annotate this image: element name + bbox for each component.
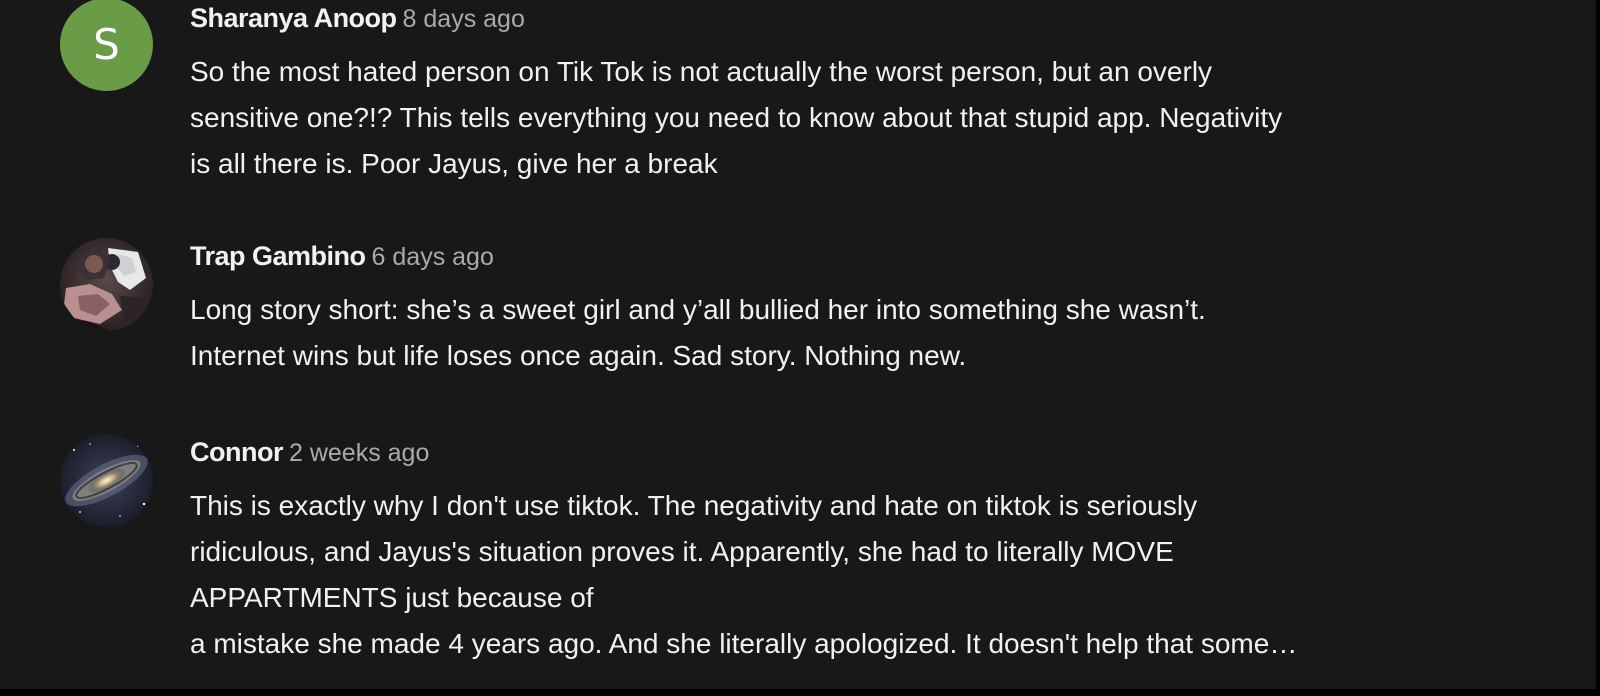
comment-author[interactable]: Sharanya Anoop bbox=[190, 3, 397, 33]
comment-text-line: sensitive one?!? This tells everything y… bbox=[190, 102, 1283, 133]
comments-section: S Sharanya Anoop 8 days ago So the most h… bbox=[0, 0, 1596, 689]
avatar[interactable] bbox=[60, 434, 153, 527]
comment-timestamp[interactable]: 6 days ago bbox=[372, 243, 494, 271]
comment-text: Long story short: she’s a sweet girl and… bbox=[190, 287, 1510, 379]
comment-text: So the most hated person on Tik Tok is n… bbox=[190, 49, 1510, 187]
avatar[interactable]: S bbox=[60, 0, 153, 91]
comment-text-line: APPARTMENTS just because of bbox=[190, 582, 594, 613]
comment-text-line: is all there is. Poor Jayus, give her a … bbox=[190, 148, 718, 179]
comment-author[interactable]: Connor bbox=[190, 437, 283, 467]
comment-text-line: Internet wins but life loses once again.… bbox=[190, 340, 967, 371]
comment-text-line: ridiculous, and Jayus's situation proves… bbox=[190, 536, 1174, 567]
comment-header: Sharanya Anoop 8 days ago bbox=[190, 0, 525, 41]
avatar-letter: S bbox=[93, 19, 120, 69]
comment-text-line: a mistake she made 4 years ago. And she … bbox=[190, 628, 1298, 659]
comment-text: This is exactly why I don't use tiktok. … bbox=[190, 483, 1510, 667]
comment-text-line: This is exactly why I don't use tiktok. … bbox=[190, 490, 1198, 521]
user-photo-avatar-icon bbox=[60, 238, 153, 331]
comment-header: Trap Gambino 6 days ago bbox=[190, 238, 494, 279]
comment-timestamp[interactable]: 2 weeks ago bbox=[289, 439, 429, 467]
comment-text-line: So the most hated person on Tik Tok is n… bbox=[190, 56, 1213, 87]
galaxy-avatar-icon bbox=[60, 434, 153, 527]
comment-author[interactable]: Trap Gambino bbox=[190, 241, 366, 271]
avatar[interactable] bbox=[60, 238, 153, 331]
comment-text-line: Long story short: she’s a sweet girl and… bbox=[190, 294, 1206, 325]
comment-header: Connor 2 weeks ago bbox=[190, 434, 429, 475]
comment-timestamp[interactable]: 8 days ago bbox=[403, 5, 525, 33]
page: S Sharanya Anoop 8 days ago So the most h… bbox=[0, 0, 1600, 696]
